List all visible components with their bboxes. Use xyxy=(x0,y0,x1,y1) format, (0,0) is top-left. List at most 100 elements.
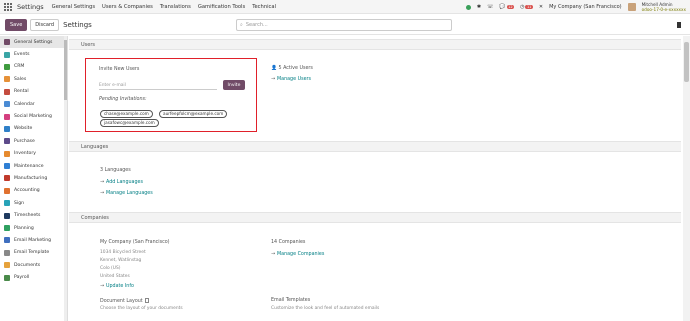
calendar-icon xyxy=(4,101,10,108)
sidebar-item[interactable]: Calendar xyxy=(0,98,67,110)
save-button[interactable]: Save xyxy=(5,18,28,31)
active-users-label: 5 Active Users xyxy=(278,66,313,71)
sidebar-item-label: Events xyxy=(14,52,30,58)
sidebar-item[interactable]: Timesheets xyxy=(0,209,67,221)
top-menu-item[interactable]: Technical xyxy=(252,4,276,10)
companies-section-header: Companies xyxy=(69,212,681,223)
sidebar-item[interactable]: Documents xyxy=(0,259,67,271)
sidebar-item[interactable]: Sales xyxy=(0,73,67,85)
systray: ✱ ☏ 💬 12 ◷ 11 ✕ My Company (San Francisco)… xyxy=(465,0,686,14)
document-icon xyxy=(144,298,149,303)
sidebar-item[interactable]: Events xyxy=(0,48,67,60)
sidebar-item-label: General Settings xyxy=(14,39,53,45)
company-switcher[interactable]: My Company (San Francisco) xyxy=(549,4,622,10)
sidebar-item[interactable]: CRM xyxy=(0,61,67,73)
sidebar-item[interactable]: Sign xyxy=(0,197,67,209)
add-languages-label: Add Languages xyxy=(106,180,143,185)
email-marketing-icon xyxy=(4,237,10,244)
document-layout-label: Document Layout xyxy=(100,299,143,304)
sidebar-item[interactable]: Social Marketing xyxy=(0,110,67,122)
planning-icon xyxy=(4,225,10,232)
top-menu-item[interactable]: Users & Companies xyxy=(102,4,153,10)
sidebar-item[interactable]: Rental xyxy=(0,86,67,98)
events-icon xyxy=(4,51,10,58)
user-avatar[interactable] xyxy=(627,3,636,11)
manage-users-link[interactable]: → Manage Users xyxy=(271,77,311,82)
sidebar-item[interactable]: Inventory xyxy=(0,148,67,160)
app-menu-icon[interactable] xyxy=(3,2,13,12)
chat-count-badge: 12 xyxy=(506,5,515,9)
discard-button[interactable]: Discard xyxy=(30,18,60,31)
tools-icon[interactable]: ✕ xyxy=(539,4,543,10)
sidebar-item[interactable]: General Settings xyxy=(0,36,67,49)
bug-icon[interactable]: ✱ xyxy=(477,4,481,10)
sidebar-item-label: Accounting xyxy=(14,188,40,194)
maintenance-icon xyxy=(4,163,10,170)
search-input[interactable]: ⌕ Search... xyxy=(236,19,452,31)
accounting-icon xyxy=(4,187,10,194)
top-menu-item[interactable]: General Settings xyxy=(52,4,95,10)
top-menu-item[interactable]: Translations xyxy=(160,4,191,10)
sidebar-item-label: Manufacturing xyxy=(14,175,48,181)
languages-count: 3 Languages xyxy=(100,168,131,173)
languages-section-header: Languages xyxy=(69,141,681,152)
chat-icon[interactable]: 💬 12 xyxy=(499,4,515,10)
pending-invitation-tag[interactable]: aurfeepfolcm@example.com xyxy=(159,110,228,118)
sidebar-item-label: Payroll xyxy=(14,275,30,281)
email-template-icon xyxy=(4,249,10,256)
sales-icon xyxy=(4,76,10,83)
control-panel: Save Discard Settings ⌕ Search... xyxy=(0,15,690,35)
sidebar-item-label: CRM xyxy=(14,64,25,70)
sidebar-item-label: Inventory xyxy=(14,151,36,157)
social-icon xyxy=(4,113,10,120)
sidebar-item-label: Social Marketing xyxy=(14,114,52,120)
manage-languages-label: Manage Languages xyxy=(106,191,153,196)
phone-icon[interactable]: ☏ xyxy=(487,4,493,10)
manage-companies-link[interactable]: → Manage Companies xyxy=(271,252,324,257)
phone-device-icon[interactable] xyxy=(677,22,681,28)
status-dot-icon[interactable] xyxy=(465,4,471,10)
page-title: Settings xyxy=(63,20,92,29)
update-info-link[interactable]: → Update Info xyxy=(100,284,134,289)
sidebar-item[interactable]: Planning xyxy=(0,222,67,234)
invite-button[interactable]: Invite xyxy=(223,80,245,90)
settings-main: Users Invite New Users Enter e-mail Invi… xyxy=(69,36,681,321)
manage-languages-link[interactable]: → Manage Languages xyxy=(100,191,153,196)
crm-icon xyxy=(4,63,10,70)
pending-invitation-tag[interactable]: chase@example.com xyxy=(100,110,153,118)
pending-invitation-tag[interactable]: jasafowc@example.com xyxy=(100,119,159,127)
users-icon: 👤 xyxy=(271,66,279,71)
sidebar-item[interactable]: Manufacturing xyxy=(0,172,67,184)
rental-icon xyxy=(4,88,10,95)
user-menu[interactable]: Mitchell Admin odoo-17-0-e-xxxxxxx xyxy=(642,2,686,12)
sidebar-item-label: Email Template xyxy=(14,250,50,256)
email-templates-title: Email Templates xyxy=(271,298,311,303)
activity-count-badge: 11 xyxy=(525,5,533,9)
clock-icon[interactable]: ◷ 11 xyxy=(520,4,533,10)
sidebar-scrollbar[interactable] xyxy=(64,36,67,321)
sidebar-item[interactable]: Website xyxy=(0,123,67,135)
users-section-header: Users xyxy=(69,39,681,50)
sign-icon xyxy=(4,200,10,207)
main-scrollbar[interactable] xyxy=(683,36,690,321)
app-brand[interactable]: Settings xyxy=(17,3,44,11)
add-languages-link[interactable]: → Add Languages xyxy=(100,180,143,185)
invite-title: Invite New Users xyxy=(99,67,140,72)
manufacturing-icon xyxy=(4,175,10,182)
sidebar-item[interactable]: Email Template xyxy=(0,247,67,259)
sidebar-item-label: Planning xyxy=(14,225,34,231)
top-menu-item[interactable]: Gamification Tools xyxy=(198,4,245,10)
sidebar-item-label: Timesheets xyxy=(14,213,41,219)
sidebar-item[interactable]: Maintenance xyxy=(0,160,67,172)
sidebar-item[interactable]: Accounting xyxy=(0,185,67,197)
sidebar-item[interactable]: Email Marketing xyxy=(0,234,67,246)
documents-icon xyxy=(4,262,10,269)
document-layout-desc: Choose the layout of your documents xyxy=(100,306,183,311)
top-menu: General Settings Users & Companies Transla… xyxy=(52,4,276,10)
sidebar-item[interactable]: Purchase xyxy=(0,135,67,147)
gear-icon xyxy=(4,39,10,46)
invite-email-input[interactable]: Enter e-mail xyxy=(99,82,217,90)
top-navbar: Settings General Settings Users & Compani… xyxy=(0,0,690,14)
sidebar-item[interactable]: Payroll xyxy=(0,271,67,283)
timesheets-icon xyxy=(4,212,10,219)
